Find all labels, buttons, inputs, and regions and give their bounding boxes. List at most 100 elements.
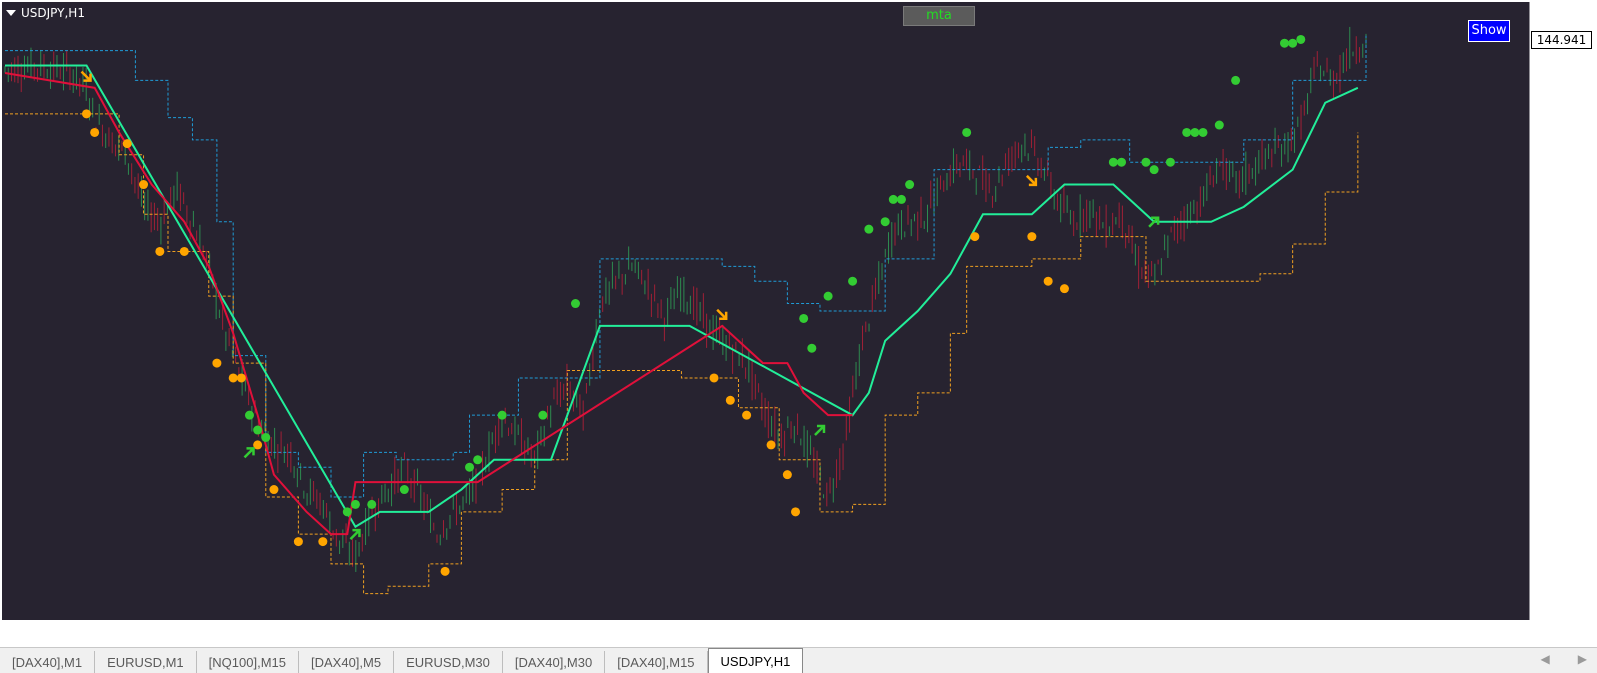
chart-tabs-bar: [DAX40],M1 EURUSD,M1 [NQ100],M15 [DAX40]… <box>0 647 1597 673</box>
time-axis-label: 28 Jul 12:00 <box>866 626 938 640</box>
buy-signal-dot <box>1214 120 1224 130</box>
sell-signal-dot <box>179 246 189 256</box>
current-price-badge: 144.941 <box>1531 31 1592 49</box>
scroll-right-icon[interactable]: ▶ <box>1578 652 1587 666</box>
time-axis-label: 26 Jul 12:00 <box>771 626 843 640</box>
tab-eurusd-m1[interactable]: EURUSD,M1 <box>95 651 197 673</box>
sell-signal-dot <box>1059 284 1069 294</box>
tab-nq100-m15[interactable]: [NQ100],M15 <box>197 651 299 673</box>
price-axis-label: 139.290 <box>1537 454 1587 468</box>
buy-signal-dot <box>799 313 809 323</box>
sell-signal-dot <box>766 440 776 450</box>
time-axis-label: 7 Aug 12:00 <box>1154 626 1227 640</box>
buy-signal-dot <box>880 217 890 227</box>
buy-signal-dot <box>962 127 972 137</box>
time-axis-label: 4 Jul 2023 <box>3 626 63 640</box>
buy-signal-dot <box>497 410 507 420</box>
terminal-window: 145.290 144.620 143.950 143.290 142.620 141.9… <box>0 0 1597 673</box>
time-axis-label: 14 Jul 12:00 <box>386 626 458 640</box>
scroll-left-icon[interactable]: ◀ <box>1541 652 1550 666</box>
buy-signal-dot <box>1149 165 1159 175</box>
time-axis-label: 6 Jul 12:00 <box>98 626 162 640</box>
tab-usdjpy-h1[interactable]: USDJPY,H1 <box>707 648 804 673</box>
buy-signal-dot <box>1288 38 1298 48</box>
symbol-title-label: USDJPY,H1 <box>21 6 85 20</box>
buy-signal-dot <box>465 462 475 472</box>
price-axis-label: 142.620 <box>1537 206 1587 220</box>
sell-signal-dot <box>1027 232 1037 242</box>
buy-signal-dot <box>896 194 906 204</box>
buy-signal-dot <box>848 276 858 286</box>
buy-signal-dot <box>1231 75 1241 85</box>
buy-signal-dot <box>1141 157 1151 167</box>
buy-signal-dot <box>1117 157 1127 167</box>
buy-signal-dot <box>473 455 483 465</box>
buy-signal-dot <box>888 194 898 204</box>
buy-signal-dot <box>1190 127 1200 137</box>
buy-signal-dot <box>905 180 915 190</box>
tab-dax40-m30[interactable]: [DAX40],M30 <box>503 651 606 673</box>
price-axis-label: 145.290 <box>1537 7 1587 21</box>
price-axis-label: 143.290 <box>1537 156 1587 170</box>
time-axis-label: 24 Jul 12:00 <box>674 626 746 640</box>
buy-signal-dot <box>1296 34 1306 44</box>
chart-window[interactable]: 145.290 144.620 143.950 143.290 142.620 141.9… <box>0 0 1597 647</box>
sell-signal-dot <box>122 139 132 149</box>
buy-signal-dot <box>1182 127 1192 137</box>
buy-signal-dot <box>1165 157 1175 167</box>
time-axis-label: 3 Aug 12:00 <box>1058 626 1131 640</box>
sell-signal-dot <box>139 180 149 190</box>
buy-signal-dot <box>823 291 833 301</box>
tab-eurusd-m30[interactable]: EURUSD,M30 <box>394 651 503 673</box>
price-axis-label: 139.960 <box>1537 404 1587 418</box>
buy-signal-dot <box>342 507 352 517</box>
buy-signal-dot <box>864 224 874 234</box>
buy-signal-dot <box>253 425 263 435</box>
time-axis-label: 10 Jul 12:00 <box>194 626 266 640</box>
buy-signal-dot <box>538 410 548 420</box>
mta-button[interactable]: mta <box>903 6 975 26</box>
time-axis-label: 18 Jul 12:00 <box>482 626 554 640</box>
sell-signal-dot <box>1043 276 1053 286</box>
symbol-title[interactable]: USDJPY,H1 <box>6 6 85 20</box>
price-axis-label: 141.290 <box>1537 305 1587 319</box>
price-chart[interactable]: 145.290 144.620 143.950 143.290 142.620 141.9… <box>0 0 1597 647</box>
sell-signal-dot <box>725 395 735 405</box>
buy-signal-dot <box>1198 127 1208 137</box>
sell-signal-dot <box>742 410 752 420</box>
sell-signal-dot <box>212 358 222 368</box>
buy-signal-dot <box>399 485 409 495</box>
tab-dax40-m1[interactable]: [DAX40],M1 <box>0 651 96 673</box>
time-axis-label: 9 Aug 12:00 <box>1250 626 1323 640</box>
sell-signal-dot <box>81 109 91 119</box>
time-axis-label: 11 Aug 12:00 <box>1346 626 1427 640</box>
sell-signal-dot <box>791 507 801 517</box>
buy-signal-dot <box>367 499 377 509</box>
buy-signal-dot <box>570 299 580 309</box>
sell-signal-dot <box>318 537 328 547</box>
tab-dax40-m5[interactable]: [DAX40],M5 <box>299 651 395 673</box>
price-axis-label: 138.620 <box>1537 503 1587 517</box>
plot-area[interactable] <box>2 2 1530 620</box>
buy-signal-dot <box>244 410 254 420</box>
time-axis-label: 20 Jul 12:00 <box>578 626 650 640</box>
time-axis-label: 1 Aug 12:00 <box>962 626 1035 640</box>
sell-signal-dot <box>970 232 980 242</box>
sell-signal-dot <box>228 373 238 383</box>
sell-signal-dot <box>236 373 246 383</box>
buy-signal-dot <box>261 432 271 442</box>
tab-dax40-m15[interactable]: [DAX40],M15 <box>605 651 708 673</box>
sell-signal-dot <box>709 373 719 383</box>
sell-signal-dot <box>155 246 165 256</box>
sell-signal-dot <box>782 470 792 480</box>
buy-signal-dot <box>350 499 360 509</box>
time-axis-label: 12 Jul 12:00 <box>290 626 362 640</box>
price-axis-label: 137.960 <box>1537 552 1587 566</box>
buy-signal-dot <box>1280 38 1290 48</box>
chevron-down-icon[interactable] <box>6 10 16 16</box>
price-axis-label: 140.620 <box>1537 355 1587 369</box>
sell-signal-dot <box>440 566 450 576</box>
sell-signal-dot <box>293 537 303 547</box>
show-button[interactable]: Show <box>1468 20 1510 42</box>
price-axis-label: 141.950 <box>1537 256 1587 270</box>
